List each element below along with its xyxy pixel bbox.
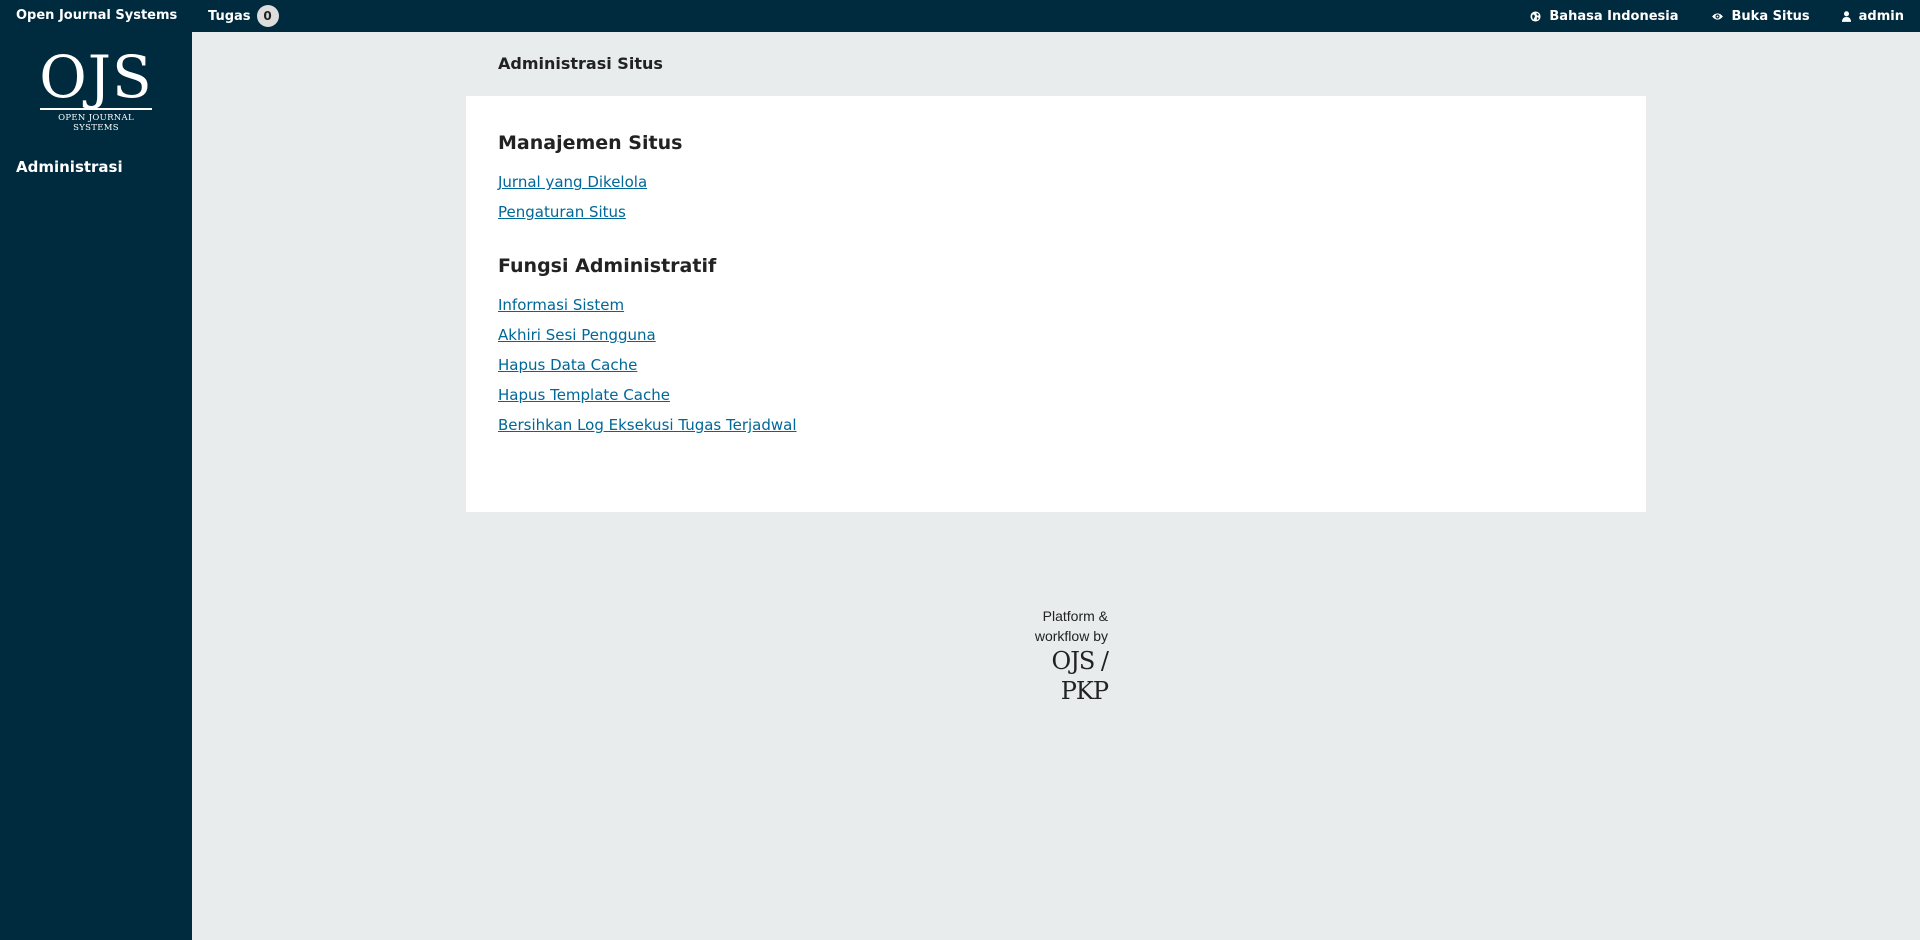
- link-clear-template-cache[interactable]: Hapus Template Cache: [498, 386, 670, 404]
- link-expire-sessions[interactable]: Akhiri Sesi Pengguna: [498, 326, 656, 344]
- user-label: admin: [1858, 8, 1904, 24]
- link-hosted-journals[interactable]: Jurnal yang Dikelola: [498, 173, 647, 191]
- admin-functions-links: Informasi Sistem Akhiri Sesi Pengguna Ha…: [498, 295, 1614, 434]
- link-system-info[interactable]: Informasi Sistem: [498, 296, 624, 314]
- language-menu[interactable]: Bahasa Indonesia: [1530, 8, 1679, 24]
- eye-icon: [1711, 12, 1724, 21]
- top-bar-right: Bahasa Indonesia Buka Situs admin: [1530, 0, 1904, 32]
- section-heading-site-management: Manajemen Situs: [498, 132, 683, 154]
- logo-wordmark: OJS: [39, 43, 153, 111]
- section-heading-admin-functions: Fungsi Administratif: [498, 255, 717, 277]
- page-title: Administrasi Situs: [498, 54, 663, 73]
- brand-line-1: Platform &: [1042, 608, 1108, 624]
- brand-mark: OJS / PKP: [1051, 647, 1109, 705]
- top-bar: Open Journal Systems Tugas 0 Bahasa Indo…: [0, 0, 1920, 32]
- globe-icon: [1530, 10, 1541, 22]
- view-site-link[interactable]: Buka Situs: [1711, 9, 1810, 24]
- tasks-button[interactable]: Tugas 0: [208, 0, 279, 32]
- sidebar-item-administrasi[interactable]: Administrasi: [16, 158, 123, 176]
- user-icon: [1841, 10, 1851, 22]
- link-clear-data-cache[interactable]: Hapus Data Cache: [498, 356, 637, 374]
- user-menu[interactable]: admin: [1841, 8, 1904, 24]
- ojs-logo[interactable]: OJS OPEN JOURNAL SYSTEMS: [36, 43, 156, 133]
- pkp-brand[interactable]: Platform & workflow by OJS / PKP: [1004, 606, 1109, 706]
- sidebar: OJS OPEN JOURNAL SYSTEMS Administrasi: [0, 32, 192, 940]
- app-title-link[interactable]: Open Journal Systems: [16, 0, 177, 32]
- tasks-count-badge: 0: [256, 5, 279, 27]
- link-site-settings[interactable]: Pengaturan Situs: [498, 203, 626, 221]
- content-panel: Manajemen Situs Jurnal yang Dikelola Pen…: [466, 96, 1646, 512]
- brand-line-2: workflow by: [1034, 628, 1108, 644]
- link-clear-scheduled-task-logs[interactable]: Bersihkan Log Eksekusi Tugas Terjadwal: [498, 416, 797, 434]
- logo-subtitle: OPEN JOURNAL SYSTEMS: [58, 113, 134, 133]
- language-label: Bahasa Indonesia: [1549, 8, 1679, 24]
- tasks-label: Tugas: [208, 8, 251, 24]
- site-management-links: Jurnal yang Dikelola Pengaturan Situs: [498, 172, 1614, 221]
- view-site-label: Buka Situs: [1731, 8, 1810, 24]
